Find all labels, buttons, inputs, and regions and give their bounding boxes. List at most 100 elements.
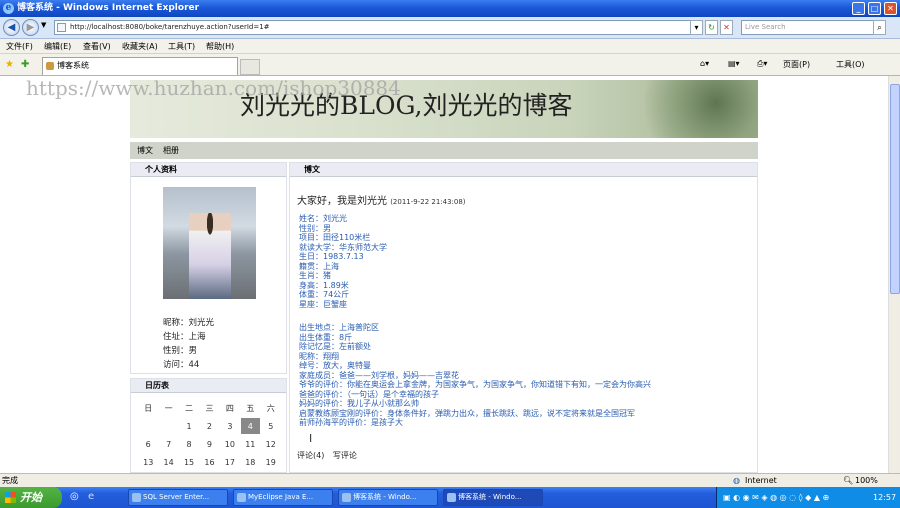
task-sql-server[interactable]: SQL Server Enter... [128, 489, 228, 506]
weekday-header: 三 [205, 403, 214, 413]
zoom-level[interactable]: 100% [855, 474, 878, 487]
menu-favorites[interactable]: 收藏夹(A) [122, 41, 158, 52]
windows-flag-icon [5, 492, 16, 503]
profile-gender: 性别：男 [163, 346, 198, 356]
address-input[interactable]: http://localhost:8080/boke/tarenzhuye.ac… [54, 20, 702, 35]
calendar-day[interactable]: 13 [139, 454, 157, 470]
system-tray: ▣ ◐ ◉ ✉ ◈ ◍ ◎ ◌ ◊ ◆ ▲ ⊕ 12:57 [716, 487, 900, 508]
tab-label: 博客系统 [57, 61, 89, 70]
zone-text: Internet [745, 476, 777, 485]
calendar-header: 日历表 [131, 379, 286, 393]
page-favicon-icon [46, 62, 54, 70]
task-blog-1[interactable]: 博客系统 - Windo... [338, 489, 438, 506]
forward-button[interactable]: ▶ [22, 19, 39, 36]
post-header: 博文 [290, 163, 757, 177]
task-myeclipse[interactable]: MyEclipse Java E... [233, 489, 333, 506]
task-blog-2[interactable]: 博客系统 - Windo... [443, 489, 543, 506]
calendar-day[interactable]: 4 [241, 418, 260, 434]
page-icon [57, 23, 66, 32]
nav-albums[interactable]: 相册 [163, 142, 179, 159]
tools-menu[interactable]: 工具(O) [836, 59, 865, 70]
feeds-icon[interactable]: ▤▾ [728, 59, 740, 68]
nav-articles[interactable]: 博文 [137, 142, 153, 159]
calendar-day[interactable]: 2 [200, 418, 218, 434]
status-text: 完成 [2, 476, 18, 485]
scrollbar-thumb[interactable] [890, 84, 900, 294]
new-tab-button[interactable] [240, 59, 260, 75]
maximize-button[interactable]: □ [868, 2, 881, 15]
weekday-header: 二 [185, 403, 194, 413]
vertical-scrollbar[interactable] [888, 76, 900, 473]
calendar-day[interactable]: 15 [180, 454, 198, 470]
tab-bar: ★ ✚ 博客系统 ⌂▾ ▤▾ ⎙▾ 页面(P) 工具(O) [0, 54, 900, 76]
page-content: 刘光光的BLOG,刘光光的博客 https://www.huzhan.com/i… [0, 76, 888, 473]
print-icon[interactable]: ⎙▾ [757, 59, 767, 69]
tab-blog[interactable]: 博客系统 [42, 57, 238, 75]
calendar-day[interactable]: 8 [180, 436, 198, 452]
start-button[interactable]: 开始 [0, 487, 62, 508]
comments-link[interactable]: 评论(4) [297, 451, 324, 460]
status-bar: 完成 ◍ Internet 🔍︎ 100% [0, 473, 900, 487]
calendar-day[interactable]: 11 [241, 436, 259, 452]
stop-icon[interactable]: ✕ [720, 20, 733, 35]
write-comment-link[interactable]: 写评论 [333, 451, 357, 460]
profile-visits: 访问：44 [163, 360, 200, 370]
calendar-day[interactable]: 1 [180, 418, 198, 434]
weekday-header: 日 [144, 403, 153, 413]
back-button[interactable]: ◀ [3, 19, 20, 36]
globe-icon: ◍ [733, 476, 740, 485]
zoom-icon[interactable]: 🔍︎ [843, 474, 853, 487]
add-favorite-icon[interactable]: ✚ [21, 59, 29, 70]
search-icon[interactable]: ⌕ [873, 20, 886, 35]
banner-decoration [618, 80, 758, 138]
search-input[interactable]: Live Search [741, 20, 879, 35]
calendar-day[interactable]: 7 [159, 436, 177, 452]
calendar-table: 日一二三四五六 1 2 3 4 5 6 7 8 9 10 11 12 13 14 15 16 17 18 19 [137, 398, 282, 472]
calendar-day[interactable]: 16 [200, 454, 218, 470]
ie-quicklaunch-icon[interactable]: e [88, 491, 94, 502]
weekday-header: 六 [266, 403, 275, 413]
address-dropdown-icon[interactable]: ▾ [690, 20, 703, 35]
calendar-day[interactable]: 14 [159, 454, 177, 470]
calendar-day[interactable]: 12 [262, 436, 280, 452]
menu-view[interactable]: 查看(V) [83, 41, 111, 52]
favorites-star-icon[interactable]: ★ [5, 59, 14, 70]
page-menu[interactable]: 页面(P) [783, 59, 810, 70]
window-title: 博客系统 - Windows Internet Explorer [17, 3, 200, 13]
ie-logo-icon: e [3, 3, 14, 14]
weekday-header: 四 [225, 403, 234, 413]
profile-photo [163, 187, 256, 299]
home-icon[interactable]: ⌂▾ [700, 59, 709, 68]
menu-edit[interactable]: 编辑(E) [44, 41, 71, 52]
post-title[interactable]: 大家好，我是刘光光 (2011-9-22 21:43:08) [297, 192, 466, 207]
address-bar-row: ◀ ▶ ▼ http://localhost:8080/boke/tarenzh… [0, 17, 900, 39]
menu-file[interactable]: 文件(F) [6, 41, 33, 52]
calendar-day[interactable]: 5 [262, 418, 280, 434]
menu-tools[interactable]: 工具(T) [168, 41, 195, 52]
calendar-day[interactable]: 6 [139, 436, 157, 452]
close-button[interactable]: ✕ [884, 2, 897, 15]
profile-header: 个人资料 [131, 163, 286, 177]
taskbar: 开始 ◎ e SQL Server Enter... MyEclipse Jav… [0, 487, 900, 508]
calendar-day[interactable]: 9 [200, 436, 218, 452]
blog-nav: 博文 相册 [130, 142, 758, 159]
quicklaunch-icon[interactable]: ◎ [70, 491, 79, 502]
menu-bar: 文件(F) 编辑(E) 查看(V) 收藏夹(A) 工具(T) 帮助(H) [0, 39, 900, 54]
history-dropdown-icon[interactable]: ▼ [41, 21, 46, 29]
weekday-header: 五 [246, 403, 255, 413]
minimize-button[interactable]: _ [852, 2, 865, 15]
calendar-day [139, 418, 157, 434]
profile-nickname: 昵称：刘光光 [163, 318, 215, 328]
refresh-icon[interactable]: ↻ [705, 20, 718, 35]
calendar-day[interactable]: 3 [221, 418, 239, 434]
calendar-day[interactable]: 17 [221, 454, 239, 470]
calendar-day[interactable]: 19 [262, 454, 280, 470]
menu-help[interactable]: 帮助(H) [206, 41, 234, 52]
calendar-day[interactable]: 10 [221, 436, 239, 452]
post-line: 前师孙海平的评价：是孩子大 [299, 418, 403, 427]
tray-icons[interactable]: ▣ ◐ ◉ ✉ ◈ ◍ ◎ ◌ ◊ ◆ ▲ ⊕ [723, 487, 829, 508]
profile-address: 住址：上海 [163, 332, 206, 342]
window-titlebar[interactable]: e 博客系统 - Windows Internet Explorer _ □ ✕ [0, 0, 900, 17]
clock[interactable]: 12:57 [873, 487, 896, 508]
calendar-day[interactable]: 18 [241, 454, 259, 470]
